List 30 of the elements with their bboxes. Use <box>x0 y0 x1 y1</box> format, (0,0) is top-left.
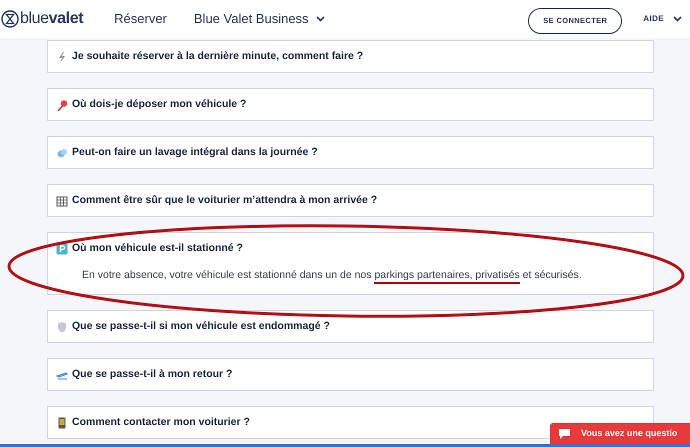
lightning-icon <box>56 50 68 62</box>
faq-question: Comment contacter mon voiturier ? <box>72 414 250 430</box>
phone-icon <box>56 416 68 428</box>
faq-question: Peut-on faire un lavage intégral dans la journée ? <box>72 144 318 160</box>
faq-card[interactable]: Que se passe-t-il à mon retour ? <box>47 358 654 391</box>
faq-question: Je souhaite réserver à la dernière minute, comment faire ? <box>72 48 364 64</box>
faq-question: Que se passe-t-il à mon retour ? <box>72 366 232 382</box>
faq-question: Comment être sûr que le voiturier m’attendra à mon arrivée ? <box>72 192 378 208</box>
logo-icon <box>1 9 19 29</box>
faq-card[interactable]: Peut-on faire un lavage intégral dans la journée ? <box>47 136 654 169</box>
help-menu[interactable]: AIDE <box>643 13 682 25</box>
faq-card[interactable]: Que se passe-t-il si mon véhicule est endommagé ? <box>47 310 654 343</box>
faq-answer: En votre absence, votre véhicule est stationné dans un de nos parkings partenaires, privatisés et sécurisés. <box>82 268 582 284</box>
pin-icon <box>56 98 68 110</box>
faq-question: Que se passe-t-il si mon véhicule est endommagé ? <box>72 318 330 334</box>
nav-link[interactable]: Blue Valet Business <box>194 9 325 29</box>
faq-card[interactable]: Comment être sûr que le voiturier m’attendra à mon arrivée ? <box>47 184 654 217</box>
caret-icon <box>316 16 325 22</box>
nav-link[interactable]: Réserver <box>114 9 167 29</box>
faq-question: Où mon véhicule est-il stationné ? <box>72 241 243 256</box>
caret-icon <box>673 16 682 22</box>
shield-icon <box>56 320 68 332</box>
chat-icon <box>558 428 571 440</box>
logo[interactable]: bluevalet <box>20 7 84 31</box>
faq-question: Où dois-je déposer mon véhicule ? <box>72 96 246 112</box>
chat-toast[interactable]: Vous avez une questio <box>550 423 690 444</box>
faq-card[interactable]: Je souhaite réserver à la dernière minute, comment faire ? <box>47 40 654 73</box>
faq-card[interactable]: Où dois-je déposer mon véhicule ? <box>47 88 654 121</box>
faq-card[interactable]: Où mon véhicule est-il stationné ? En votre absence, votre véhicule est stationné dans un de nos parkings partenaires, privatisés et sécurisés. <box>47 232 654 295</box>
calendar-icon <box>56 194 68 206</box>
